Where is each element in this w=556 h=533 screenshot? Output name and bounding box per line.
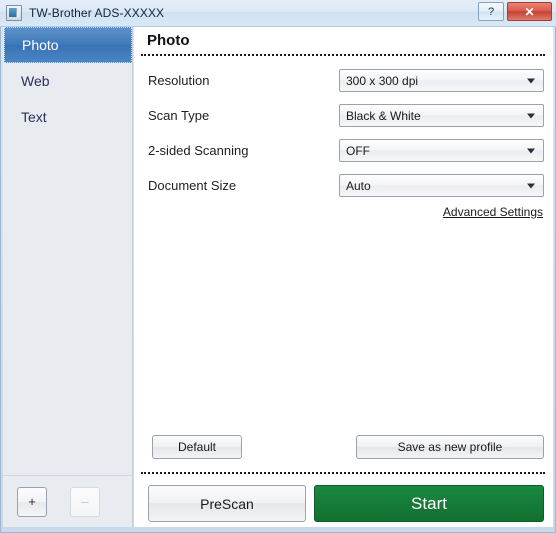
setting-label: 2-sided Scanning: [148, 143, 249, 158]
chevron-down-icon: [527, 148, 535, 153]
add-profile-button[interactable]: +: [17, 486, 47, 517]
setting-row-scan-type: Scan Type Black & White: [134, 98, 553, 133]
document-size-dropdown[interactable]: Auto: [339, 174, 544, 197]
close-button[interactable]: ✕: [507, 2, 552, 21]
advanced-settings-link[interactable]: Advanced Settings: [443, 205, 543, 219]
save-as-new-profile-button[interactable]: Save as new profile: [356, 435, 544, 459]
title-bar: TW-Brother ADS-XXXXX ? ✕: [0, 0, 556, 27]
chevron-down-icon: [527, 183, 535, 188]
sidebar-item-text[interactable]: Text: [3, 99, 133, 135]
help-button[interactable]: ?: [478, 2, 504, 21]
setting-row-document-size: Document Size Auto: [134, 168, 553, 203]
divider-top: [141, 54, 545, 56]
sidebar-item-web[interactable]: Web: [3, 63, 133, 99]
sidebar: Photo Web Text + –: [3, 27, 133, 527]
setting-row-resolution: Resolution 300 x 300 dpi: [134, 63, 553, 98]
start-button[interactable]: Start: [314, 485, 544, 522]
profile-list: Photo Web Text: [3, 27, 133, 135]
page-title: Photo: [147, 32, 190, 49]
scanner-window-icon: [6, 5, 22, 21]
chevron-down-icon: [527, 113, 535, 118]
title-bar-buttons: ? ✕: [478, 2, 552, 21]
profile-list-footer: + –: [3, 475, 133, 527]
setting-label: Document Size: [148, 178, 237, 193]
resolution-dropdown[interactable]: 300 x 300 dpi: [339, 69, 544, 92]
sidebar-item-label: Photo: [22, 37, 59, 53]
setting-label: Resolution: [148, 73, 210, 88]
sidebar-item-label: Text: [21, 109, 47, 125]
prescan-button[interactable]: PreScan: [148, 485, 306, 522]
two-sided-scanning-dropdown[interactable]: OFF: [339, 139, 544, 162]
dropdown-value: 300 x 300 dpi: [346, 73, 419, 88]
scanner-dialog-window: TW-Brother ADS-XXXXX ? ✕ Photo Web Text …: [0, 0, 556, 533]
settings-rows: Resolution 300 x 300 dpi Scan Type Black…: [134, 63, 553, 203]
divider-bottom: [141, 472, 545, 474]
remove-profile-button: –: [70, 486, 100, 517]
setting-label: Scan Type: [148, 108, 210, 123]
setting-row-2-sided-scanning: 2-sided Scanning OFF: [134, 133, 553, 168]
chevron-down-icon: [527, 78, 535, 83]
default-button[interactable]: Default: [152, 435, 242, 459]
dropdown-value: Auto: [346, 178, 371, 193]
window-title: TW-Brother ADS-XXXXX: [29, 6, 165, 20]
window-body: Photo Web Text + – Photo Resolution 300 …: [1, 27, 555, 532]
sidebar-item-label: Web: [21, 73, 50, 89]
dropdown-value: Black & White: [346, 108, 421, 123]
scan-type-dropdown[interactable]: Black & White: [339, 104, 544, 127]
sidebar-item-photo[interactable]: Photo: [4, 27, 132, 63]
settings-panel: Photo Resolution 300 x 300 dpi Scan Type…: [134, 27, 553, 527]
dropdown-value: OFF: [346, 143, 370, 158]
